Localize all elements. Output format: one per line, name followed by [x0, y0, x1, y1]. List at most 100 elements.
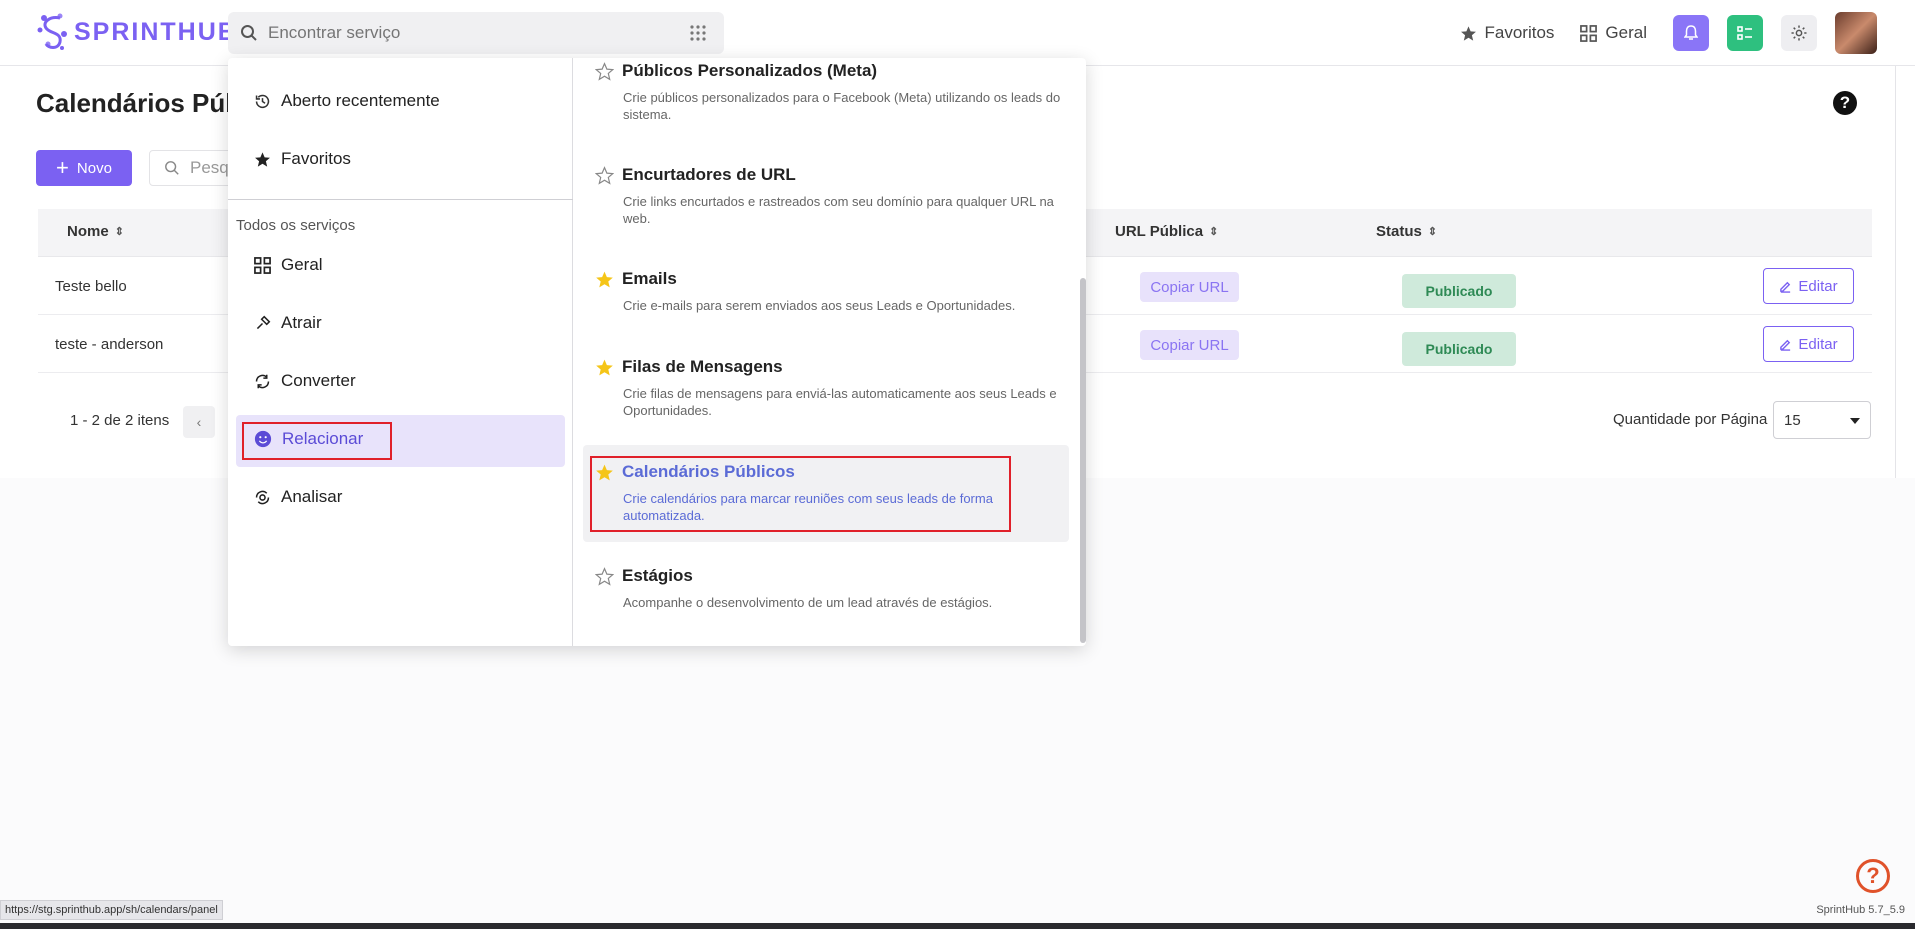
help-icon[interactable]: ?: [1833, 91, 1857, 115]
services-dropdown: Aberto recentemente Favoritos Todos os s…: [228, 58, 1086, 646]
service-description: Crie links encurtados e rastreados com s…: [623, 194, 1054, 226]
help-icon[interactable]: ?: [1856, 859, 1890, 893]
category-label: Atrair: [281, 313, 322, 332]
star-outline-icon[interactable]: [595, 566, 614, 586]
status-badge: Publicado: [1402, 332, 1516, 366]
new-button-label: Novo: [76, 159, 112, 177]
star-filled-icon[interactable]: [595, 358, 614, 377]
favorites-link[interactable]: Favoritos: [1460, 23, 1555, 43]
copy-url-button[interactable]: Copiar URL: [1140, 330, 1239, 360]
notifications-button[interactable]: [1673, 15, 1709, 51]
service-title: Encurtadores de URL: [622, 165, 796, 184]
favorites-label: Favoritos: [1484, 23, 1555, 42]
caret-down-icon: [1850, 418, 1860, 424]
magnet-icon: [256, 315, 271, 329]
version-label: SprintHub 5.7_5.9: [1816, 904, 1905, 916]
star-filled-icon[interactable]: [595, 270, 614, 289]
pencil-icon: [1780, 281, 1791, 293]
category-label: Analisar: [281, 487, 343, 506]
service-description: Crie calendários para marcar reuniões co…: [623, 491, 993, 523]
sort-icon: ⇕: [1209, 226, 1219, 238]
service-title: Públicos Personalizados (Meta): [622, 61, 878, 80]
category-converter[interactable]: Converter: [254, 371, 356, 391]
scrollbar[interactable]: [1080, 278, 1086, 643]
star-filled-icon[interactable]: [595, 463, 614, 482]
section-label: Todos os serviços: [236, 217, 356, 234]
service-search[interactable]: [228, 12, 724, 54]
column-public-url-label: URL Pública: [1115, 223, 1204, 240]
menu-item-favorites-label: Favoritos: [281, 149, 351, 168]
menu-divider: [228, 199, 573, 200]
category-geral[interactable]: Geral: [254, 255, 323, 275]
service-title: Calendários Públicos: [622, 462, 795, 481]
bell-icon: [1684, 25, 1698, 40]
service-item[interactable]: Públicos Personalizados (Meta) Crie públ…: [595, 61, 1065, 123]
service-description: Crie e-mails para serem enviados aos seu…: [623, 298, 1016, 313]
category-analisar[interactable]: Analisar: [254, 487, 342, 507]
service-item-active[interactable]: Calendários Públicos Crie calendários pa…: [595, 462, 1065, 524]
category-label: Converter: [281, 371, 356, 390]
star-icon: [255, 151, 270, 167]
top-right-actions: Favoritos Geral: [1460, 12, 1877, 54]
star-icon: [1460, 25, 1476, 41]
service-item[interactable]: Estágios Acompanhe o desenvolvimento de …: [595, 566, 1065, 611]
column-name-label: Nome: [67, 223, 109, 240]
service-title: Emails: [622, 269, 677, 288]
category-relacionar[interactable]: Relacionar: [254, 429, 363, 449]
services-menu: Aberto recentemente Favoritos Todos os s…: [228, 58, 573, 646]
per-page-label: Quantidade por Página: [1613, 411, 1768, 428]
column-public-url[interactable]: URL Pública ⇕: [1115, 223, 1218, 240]
checklist-icon: [1737, 26, 1752, 40]
settings-button[interactable]: [1781, 15, 1817, 51]
edit-button-label: Editar: [1798, 335, 1838, 353]
sprinthub-logo[interactable]: SPRINTHUB: [36, 12, 238, 52]
new-button[interactable]: + Novo: [36, 150, 132, 186]
service-item[interactable]: Filas de Mensagens Crie filas de mensage…: [595, 357, 1065, 419]
search-icon: [241, 25, 257, 41]
convert-icon: [255, 374, 270, 388]
edit-button[interactable]: Editar: [1763, 326, 1854, 362]
chevron-left-icon: ‹: [196, 414, 202, 430]
category-label: Geral: [281, 255, 323, 274]
tasks-button[interactable]: [1727, 15, 1763, 51]
row-name: teste - anderson: [55, 336, 164, 353]
previous-page-button[interactable]: ‹: [183, 406, 215, 438]
star-outline-icon[interactable]: [595, 61, 614, 81]
column-status-label: Status: [1376, 223, 1422, 240]
logo-icon: [37, 13, 67, 50]
menu-item-recent[interactable]: Aberto recentemente: [254, 91, 440, 111]
service-description: Crie filas de mensagens para enviá-las a…: [623, 386, 1057, 418]
edit-button[interactable]: Editar: [1763, 268, 1854, 304]
gear-icon: [1791, 25, 1807, 41]
user-avatar[interactable]: [1835, 12, 1877, 54]
row-name: Teste bello: [55, 278, 127, 295]
top-bar: SPRINTHUB Favoritos Geral: [0, 0, 1915, 66]
service-item[interactable]: Encurtadores de URL Crie links encurtado…: [595, 165, 1065, 227]
copy-url-button[interactable]: Copiar URL: [1140, 272, 1239, 302]
edit-button-label: Editar: [1798, 277, 1838, 295]
plus-icon: +: [56, 155, 69, 180]
analytics-icon: [255, 490, 270, 504]
service-description: Crie públicos personalizados para o Face…: [623, 90, 1061, 122]
services-list: Públicos Personalizados (Meta) Crie públ…: [573, 58, 1086, 646]
list-search-placeholder: Pesq: [190, 158, 229, 177]
menu-item-favorites[interactable]: Favoritos: [254, 149, 351, 169]
service-item[interactable]: Emails Crie e-mails para serem enviados …: [595, 269, 1065, 314]
smile-icon: [254, 430, 272, 448]
per-page-value: 15: [1784, 411, 1801, 429]
grid-icon: [1580, 24, 1598, 42]
category-atrair[interactable]: Atrair: [254, 313, 322, 333]
per-page-select[interactable]: 15: [1773, 401, 1871, 439]
service-search-input[interactable]: [268, 23, 678, 43]
pagination-summary: 1 - 2 de 2 itens: [70, 412, 170, 429]
apps-grid-icon[interactable]: [690, 25, 706, 41]
status-badge: Publicado: [1402, 274, 1516, 308]
window-bottom-edge: [0, 923, 1915, 929]
column-status[interactable]: Status ⇕: [1376, 223, 1437, 240]
status-url: https://stg.sprinthub.app/sh/calendars/p…: [0, 900, 223, 920]
general-link[interactable]: Geral: [1580, 23, 1647, 43]
search-icon: [165, 161, 179, 175]
category-label: Relacionar: [282, 429, 364, 448]
star-outline-icon[interactable]: [595, 165, 614, 185]
column-name[interactable]: Nome ⇕: [67, 223, 124, 240]
